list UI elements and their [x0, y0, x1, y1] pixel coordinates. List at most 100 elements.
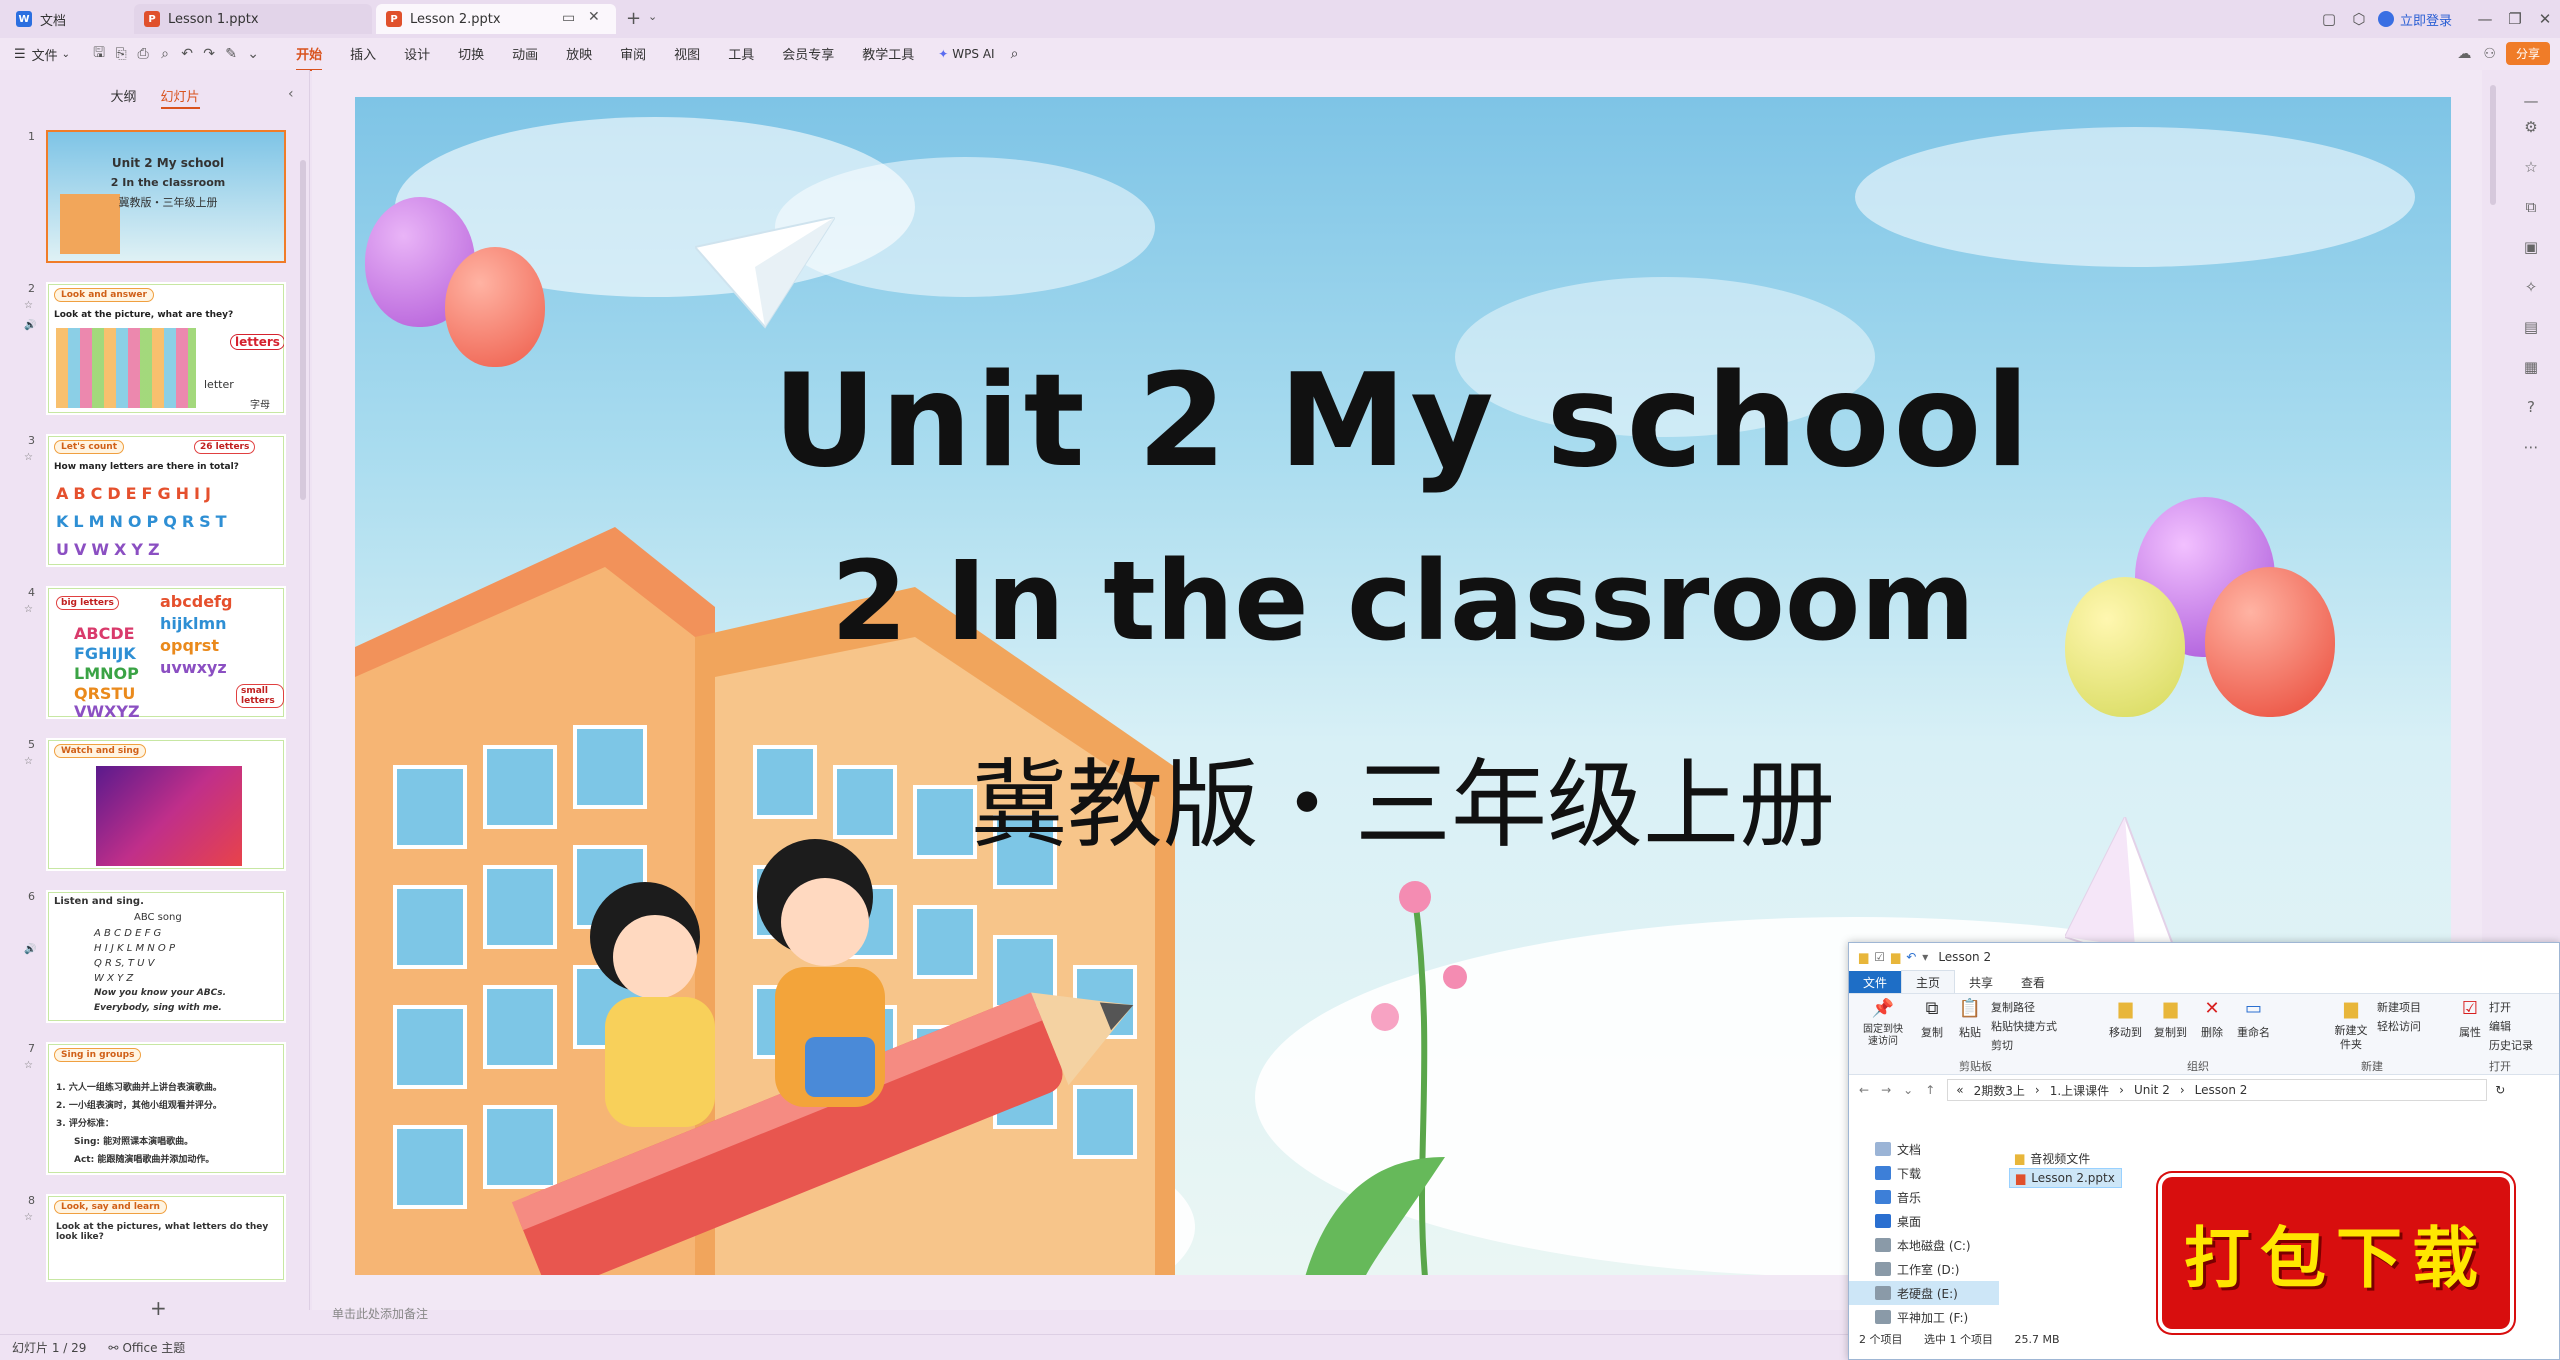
explorer-tab-home[interactable]: 主页 — [1901, 970, 1956, 994]
slide-thumbnail-5[interactable]: Watch and sing — [46, 738, 286, 871]
collapse-panel-icon[interactable]: ‹ — [288, 86, 294, 102]
star-icon[interactable]: ☆ — [24, 300, 33, 311]
add-slide-icon[interactable]: + — [150, 1296, 167, 1320]
redo-icon[interactable]: ↷ — [198, 46, 220, 62]
maximize-icon[interactable]: ❐ — [2500, 4, 2530, 34]
explorer-tab-view[interactable]: 查看 — [2007, 971, 2059, 994]
thumbnail-scrollbar[interactable] — [300, 160, 306, 500]
tree-item-desktop[interactable]: 桌面 — [1849, 1209, 1999, 1233]
tab-transition[interactable]: 切换 — [458, 38, 484, 71]
audio-icon[interactable]: 🔊 — [24, 320, 36, 331]
print-preview-icon[interactable]: ⌕ — [154, 46, 176, 62]
minimize-icon[interactable]: — — [2470, 4, 2500, 34]
login-button[interactable]: 立即登录 — [2377, 10, 2452, 29]
undo-icon[interactable]: ↶ — [1906, 950, 1916, 964]
help-icon[interactable]: ? — [2520, 398, 2542, 420]
layout-icon[interactable]: ▢ — [2314, 4, 2344, 34]
save-icon[interactable]: 🖫 — [88, 42, 110, 66]
rename-button[interactable]: ▭ 重命名 — [2237, 998, 2270, 1040]
slide-thumbnail-2[interactable]: Look and answer Look at the picture, wha… — [46, 282, 286, 415]
undo-icon[interactable]: ↶ — [176, 46, 198, 62]
download-package-badge[interactable]: 打包下载 — [2162, 1177, 2510, 1329]
copy-button[interactable]: ⧉ 复制 — [1919, 998, 1945, 1055]
tab-insert[interactable]: 插入 — [350, 38, 376, 71]
check-icon[interactable]: ☑ — [1874, 950, 1885, 964]
canvas-scrollbar[interactable] — [2490, 85, 2496, 205]
tab-design[interactable]: 设计 — [404, 38, 430, 71]
more-icon[interactable]: ⋯ — [2520, 438, 2542, 460]
back-icon[interactable]: ← — [1859, 1083, 1869, 1097]
delete-button[interactable]: ✕ 删除 — [2199, 998, 2225, 1040]
recent-icon[interactable]: ⌄ — [1903, 1083, 1913, 1097]
properties-button[interactable]: ☑ 属性 — [2457, 998, 2483, 1055]
slide-thumbnail-1[interactable]: Unit 2 My school 2 In the classroom 冀教版・… — [46, 130, 286, 263]
tree-item-drive-d[interactable]: 工作室 (D:) — [1849, 1257, 1999, 1281]
tab-view[interactable]: 视图 — [674, 38, 700, 71]
close-window-icon[interactable]: ✕ — [2530, 4, 2560, 34]
tree-item-documents[interactable]: 文档 — [1849, 1137, 1999, 1161]
collaborate-icon[interactable]: ⚇ — [2483, 46, 2496, 62]
slide-thumbnail-3[interactable]: Let's count 26 letters How many letters … — [46, 434, 286, 567]
new-item-button[interactable]: 新建项目 — [2377, 998, 2421, 1017]
tree-item-drive-f[interactable]: 平神加工 (F:) — [1849, 1305, 1999, 1329]
open-button[interactable]: 打开 — [2489, 998, 2533, 1017]
close-tab-icon[interactable]: ✕ — [588, 9, 600, 25]
file-menu[interactable]: ☰ 文件 ⌄ — [14, 45, 70, 64]
book-icon[interactable]: ▤ — [2520, 318, 2542, 340]
tab-slides[interactable]: 幻灯片 — [160, 86, 200, 109]
cut-button[interactable]: 剪切 — [1991, 1036, 2057, 1055]
slide-title[interactable]: Unit 2 My school — [355, 347, 2451, 496]
move-to-button[interactable]: ▆ 移动到 — [2109, 998, 2142, 1040]
file-item-folder[interactable]: ▆ 音视频文件 — [2009, 1148, 2122, 1168]
image-icon[interactable]: ▣ — [2520, 238, 2542, 260]
copy-icon[interactable]: ⧉ — [2520, 198, 2542, 220]
file-item-pptx[interactable]: ▆ Lesson 2.pptx — [2009, 1168, 2122, 1188]
tab-slideshow[interactable]: 放映 — [566, 38, 592, 71]
slide-thumbnail-4[interactable]: big letters abcdefg hijklmn opqrst uvwxy… — [46, 586, 286, 719]
tab-tools[interactable]: 工具 — [728, 38, 754, 71]
up-icon[interactable]: ↑ — [1925, 1083, 1935, 1097]
history-button[interactable]: 历史记录 — [2489, 1036, 2533, 1055]
more-icon[interactable]: ⌄ — [242, 46, 264, 62]
breadcrumb[interactable]: « 2期数3上 › 1.上课课件 › Unit 2 › Lesson 2 — [1947, 1079, 2488, 1101]
explorer-tab-share[interactable]: 共享 — [1955, 971, 2007, 994]
share-button[interactable]: 分享 — [2505, 42, 2550, 65]
tree-item-music[interactable]: 音乐 — [1849, 1185, 1999, 1209]
paste-shortcut-button[interactable]: 粘贴快捷方式 — [1991, 1017, 2057, 1036]
star-icon[interactable]: ☆ — [24, 1060, 33, 1071]
dropdown-icon[interactable]: ▾ — [1922, 950, 1928, 964]
tab-animation[interactable]: 动画 — [512, 38, 538, 71]
tab-member[interactable]: 会员专享 — [782, 38, 834, 71]
cloud-sync-icon[interactable]: ☁ — [2457, 46, 2471, 62]
audio-icon[interactable]: 🔊 — [24, 944, 36, 955]
new-folder-button[interactable]: ▆ 新建文件夹 — [2331, 998, 2371, 1052]
slide-thumbnail-7[interactable]: Sing in groups 1. 六人一组练习歌曲并上讲台表演歌曲。 2. 一… — [46, 1042, 286, 1175]
easy-access-button[interactable]: 轻松访问 — [2377, 1017, 2421, 1036]
adjust-icon[interactable]: ⚙ — [2520, 118, 2542, 140]
paste-button[interactable]: 📋 粘贴 — [1957, 998, 1983, 1055]
tab-docs[interactable]: W 文档 — [6, 4, 130, 34]
refresh-icon[interactable]: ↻ — [2495, 1083, 2505, 1097]
edit-button[interactable]: 编辑 — [2489, 1017, 2533, 1036]
tab-review[interactable]: 审阅 — [620, 38, 646, 71]
export-pdf-icon[interactable]: ⎘ — [110, 46, 132, 62]
copy-path-button[interactable]: 复制路径 — [1991, 998, 2057, 1017]
tab-outline[interactable]: 大纲 — [110, 86, 136, 109]
star-icon[interactable]: ☆ — [24, 604, 33, 615]
breadcrumb-item[interactable]: Lesson 2 — [2195, 1083, 2248, 1097]
search-icon[interactable]: ⌕ — [1011, 46, 1019, 62]
tab-lesson-1[interactable]: P Lesson 1.pptx — [134, 4, 372, 34]
slide-thumbnail-8[interactable]: Look, say and learn Look at the pictures… — [46, 1194, 286, 1282]
tree-item-drive-e[interactable]: 老硬盘 (E:) — [1849, 1281, 1999, 1305]
tab-teaching-tools[interactable]: 教学工具 — [862, 38, 914, 71]
format-painter-icon[interactable]: ✎ — [220, 46, 242, 62]
minus-icon[interactable]: — — [2520, 92, 2542, 114]
tab-window-icon[interactable]: ▭ — [562, 10, 575, 26]
new-tab-icon[interactable]: + — [626, 8, 641, 29]
chart-icon[interactable]: ▦ — [2520, 358, 2542, 380]
slide-thumbnail-6[interactable]: Listen and sing. ABC song A B C D E F G … — [46, 890, 286, 1023]
breadcrumb-item[interactable]: Unit 2 — [2134, 1083, 2170, 1097]
slide-subtitle[interactable]: 2 In the classroom — [355, 537, 2451, 665]
copy-to-button[interactable]: ▆ 复制到 — [2154, 998, 2187, 1040]
breadcrumb-item[interactable]: 1.上课课件 — [2050, 1082, 2109, 1099]
